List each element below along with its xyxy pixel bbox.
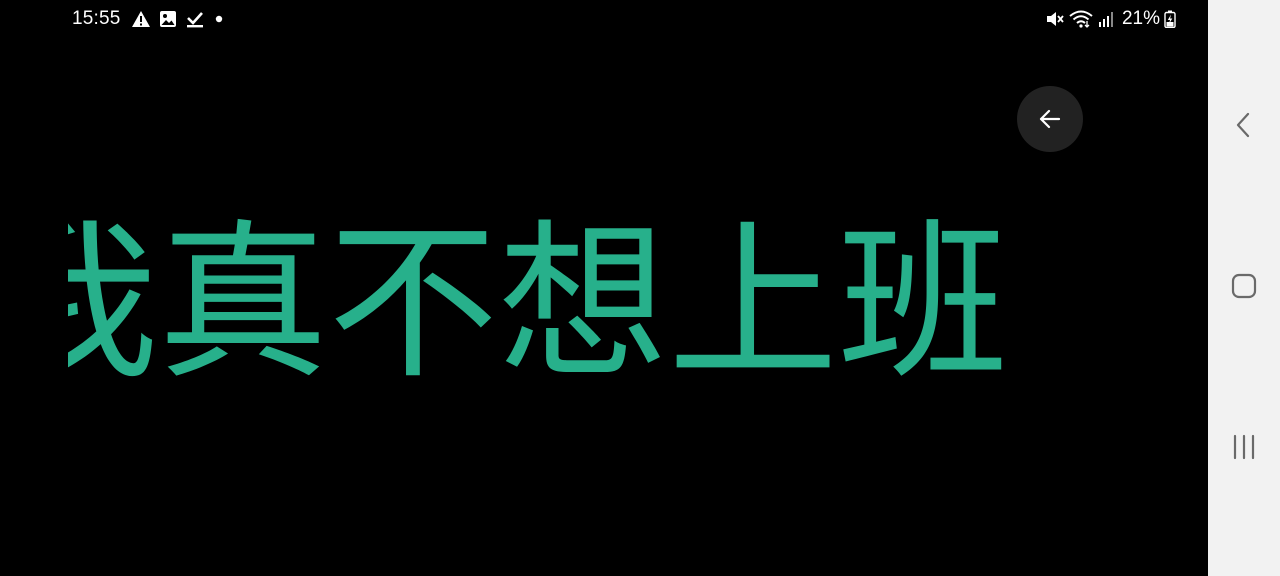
status-bar-right: 21% bbox=[1045, 6, 1176, 32]
battery-percent: 21% bbox=[1121, 8, 1160, 29]
wifi-icon bbox=[1069, 10, 1093, 28]
back-icon bbox=[1236, 112, 1250, 138]
led-banner-screen[interactable]: 15:55 21% 我真不想上班 bbox=[0, 0, 1208, 576]
system-navigation-bar bbox=[1208, 0, 1280, 576]
back-button[interactable] bbox=[1017, 86, 1083, 152]
image-icon bbox=[159, 10, 177, 28]
banner-viewport: 我真不想上班 bbox=[68, 200, 1208, 420]
home-icon bbox=[1231, 273, 1257, 299]
notification-dot-icon bbox=[213, 13, 225, 25]
banner-text: 我真不想上班 bbox=[68, 205, 1009, 403]
mute-icon bbox=[1045, 10, 1065, 28]
signal-icon bbox=[1097, 10, 1115, 28]
nav-home-button[interactable] bbox=[1208, 256, 1280, 316]
battery-charging-icon bbox=[1164, 10, 1176, 28]
phone-screen: 15:55 21% 我真不想上班 bbox=[0, 0, 1280, 576]
download-done-icon bbox=[185, 10, 205, 28]
recents-icon bbox=[1233, 434, 1255, 460]
nav-recents-button[interactable] bbox=[1208, 417, 1280, 477]
warning-icon bbox=[131, 10, 151, 28]
status-bar-left: 15:55 bbox=[72, 6, 225, 32]
nav-back-button[interactable] bbox=[1208, 95, 1280, 155]
arrow-left-icon bbox=[1039, 109, 1061, 129]
status-time: 15:55 bbox=[72, 8, 121, 29]
